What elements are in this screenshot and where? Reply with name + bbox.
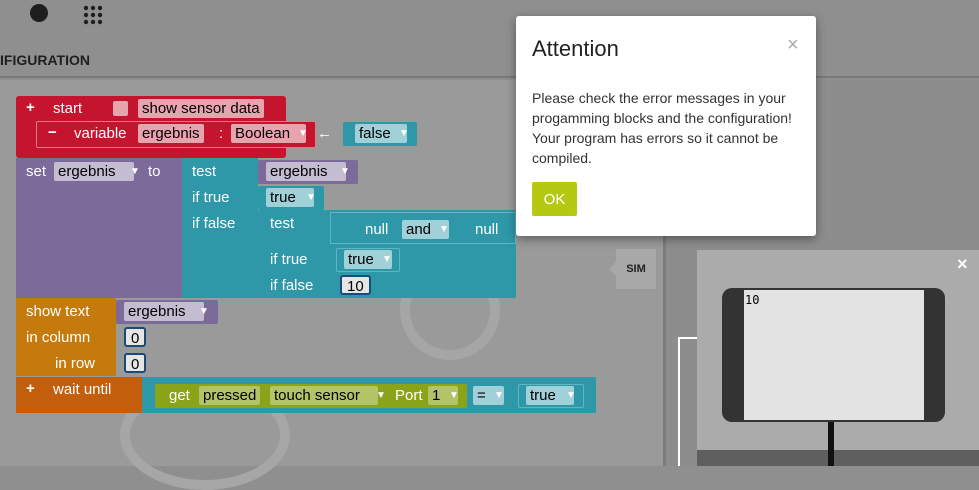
show-sensor-checkbox[interactable] — [113, 101, 128, 116]
modal-title: Attention — [532, 36, 619, 61]
variable-colon: : — [219, 125, 224, 142]
false-value-chevron-icon: ▼ — [399, 128, 409, 139]
variable-type-dropdown[interactable]: Boolean — [231, 124, 307, 143]
tab-configuration[interactable]: IFIGURATION — [0, 52, 90, 68]
sim-pointer — [609, 262, 616, 276]
ok-button[interactable]: OK — [532, 182, 577, 216]
port-label: Port — [395, 387, 423, 404]
and-operator-chevron-icon: ▼ — [439, 224, 449, 235]
get-label: get — [169, 387, 190, 404]
ternary-if-false-label: if false — [192, 215, 236, 232]
show-text-label: show text — [26, 303, 90, 320]
start-plus-icon[interactable]: + — [26, 99, 35, 116]
variable-type-chevron-icon: ▼ — [298, 128, 308, 139]
sim-floor — [697, 450, 979, 466]
show-text-variable-dropdown[interactable]: ergebnis — [124, 302, 204, 321]
true-value-chevron-icon: ▼ — [306, 192, 316, 203]
modal-message: Please check the error messages in your … — [532, 90, 792, 166]
sim-button[interactable]: SIM — [616, 249, 656, 289]
wait-until-label: wait until — [53, 381, 112, 398]
ternary-test-label: test — [192, 163, 217, 180]
globe-icon[interactable] — [30, 4, 48, 22]
assign-arrow: ← — [317, 125, 332, 142]
inner-false-number-field[interactable]: 10 — [340, 275, 371, 295]
compare-operator-chevron-icon: ▼ — [494, 390, 504, 401]
sensor-type-chevron-icon: ▼ — [376, 390, 386, 401]
sensor-type-dropdown[interactable]: touch sensor — [270, 386, 378, 405]
variable-label: variable — [74, 125, 127, 142]
test-variable-chevron-icon: ▼ — [340, 166, 350, 177]
set-variable-chevron-icon: ▼ — [130, 166, 140, 177]
column-number-field[interactable]: 0 — [124, 327, 147, 347]
test-variable-dropdown[interactable]: ergebnis — [266, 162, 346, 181]
inner-test-label: test — [270, 215, 295, 232]
port-chevron-icon: ▼ — [449, 390, 459, 401]
variable-minus-icon[interactable]: − — [48, 124, 57, 141]
modal-close-icon[interactable]: × — [787, 34, 799, 57]
show-text-variable-chevron-icon: ▼ — [199, 306, 209, 317]
and-null-left: null — [365, 221, 389, 238]
ternary-if-true-label: if true — [192, 189, 230, 206]
tab-bar — [0, 48, 979, 78]
sensor-mode-dropdown[interactable]: pressed — [199, 386, 261, 405]
start-label: start — [53, 100, 83, 117]
inner-if-true-label: if true — [270, 251, 308, 268]
attention-modal: Attention × Please check the error messa… — [516, 16, 816, 236]
brick-cable — [828, 420, 834, 466]
show-sensor-data-label: show sensor data — [138, 99, 264, 118]
inner-if-false-label: if false — [270, 277, 314, 294]
set-label: set — [26, 163, 47, 180]
inner-true-value-chevron-icon: ▼ — [382, 254, 392, 265]
brick-screen — [744, 290, 924, 420]
wait-true-chevron-icon: ▼ — [566, 390, 576, 401]
in-row-label: in row — [55, 355, 96, 372]
row-number-field[interactable]: 0 — [124, 353, 147, 373]
top-toolbar — [0, 0, 979, 48]
in-column-label: in column — [26, 329, 91, 346]
brick-screen-text: 10 — [745, 293, 760, 307]
set-to-label: to — [148, 163, 161, 180]
wait-plus-icon[interactable]: + — [26, 380, 35, 397]
variable-name-field[interactable]: ergebnis — [138, 124, 204, 143]
and-null-right: null — [475, 221, 499, 238]
set-variable-dropdown[interactable]: ergebnis — [54, 162, 134, 181]
grid-icon[interactable] — [83, 5, 103, 25]
sim-close-icon[interactable]: × — [957, 254, 968, 275]
